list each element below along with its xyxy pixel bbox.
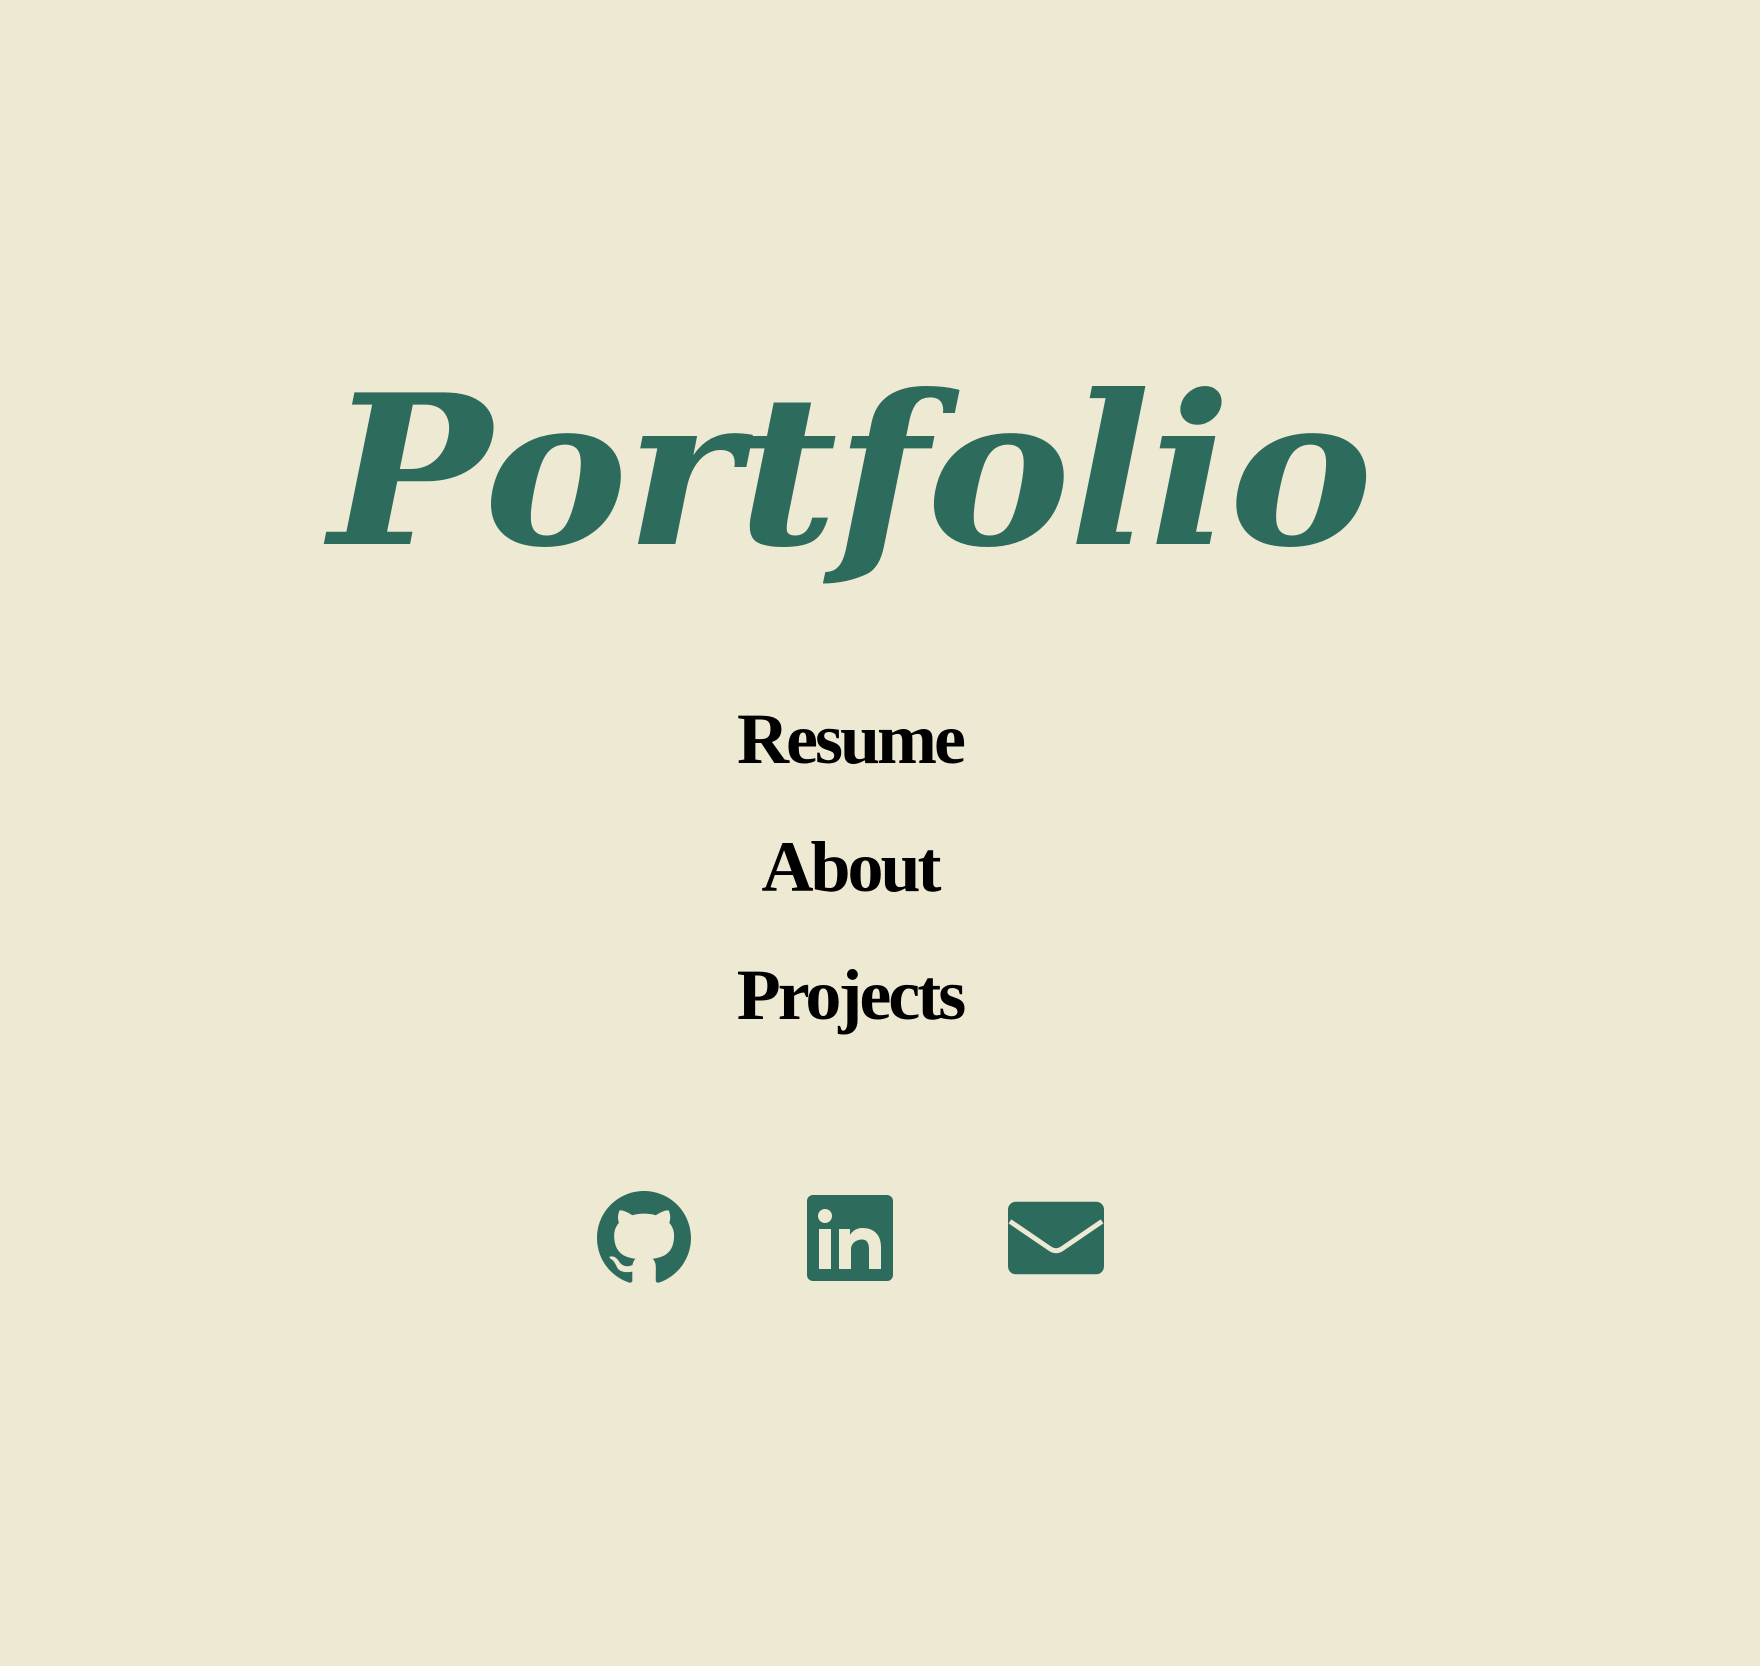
mail-link[interactable] <box>1008 1190 1104 1286</box>
page: Portfolio Resume About Projects <box>0 0 1760 1666</box>
nav-link-projects[interactable]: Projects <box>737 956 967 1084</box>
mail-icon <box>1008 1201 1104 1275</box>
page-title: Portfolio <box>328 350 1373 594</box>
github-icon <box>597 1191 691 1283</box>
linkedin-icon <box>807 1195 893 1281</box>
main-nav: Resume About Projects <box>0 700 1700 1084</box>
nav-link-about[interactable]: About <box>761 828 941 956</box>
linkedin-link[interactable] <box>802 1190 898 1286</box>
nav-link-resume[interactable]: Resume <box>737 700 966 828</box>
social-links <box>0 1190 1700 1286</box>
github-link[interactable] <box>596 1190 692 1286</box>
